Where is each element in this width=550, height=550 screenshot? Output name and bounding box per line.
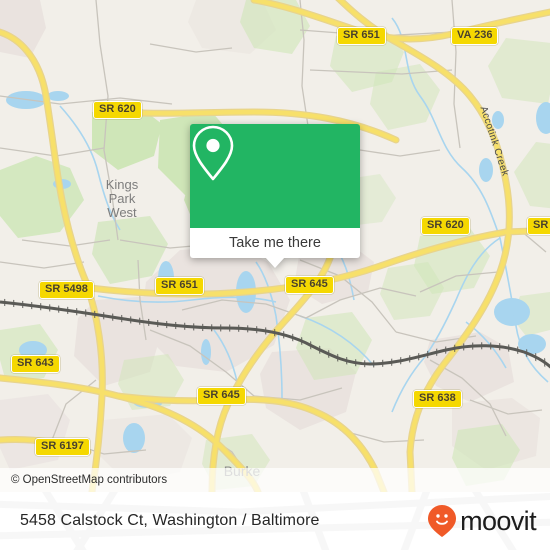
shield-sr-5498: SR 5498 [39, 281, 94, 299]
moovit-map-screenshot: KingsParkWest Accotink Creek Burke SR 65… [0, 0, 550, 550]
moovit-wordmark: moovit [460, 505, 537, 536]
popup-icon-area [190, 124, 360, 228]
map-attribution-bar: © OpenStreetMap contributors [0, 468, 550, 492]
popup-tail-pointer [265, 257, 285, 268]
shield-sr-620-east: SR 620 [421, 217, 470, 235]
map-canvas[interactable]: KingsParkWest Accotink Creek Burke SR 65… [0, 0, 550, 492]
shield-sr-620-west: SR 620 [93, 101, 142, 119]
footer-bar: 5458 Calstock Ct, Washington / Baltimore… [0, 492, 550, 550]
shield-va-236: VA 236 [451, 27, 499, 45]
take-me-there-label: Take me there [229, 235, 321, 251]
map-popup-card[interactable]: Take me there [190, 124, 360, 268]
popup-cta-area[interactable]: Take me there [190, 228, 360, 268]
shield-sr-651-mid: SR 651 [155, 277, 204, 295]
shield-sr-6197: SR 6197 [35, 438, 90, 456]
shield-sr-6xx-edge: SR 6 [527, 217, 550, 235]
shield-sr-645-upper: SR 645 [285, 276, 334, 294]
location-pin-icon [192, 125, 234, 181]
shield-sr-638: SR 638 [413, 390, 462, 408]
footer-content: 5458 Calstock Ct, Washington / Baltimore… [0, 492, 550, 550]
moovit-brand[interactable]: moovit [427, 504, 537, 538]
shield-sr-645-lower: SR 645 [197, 387, 246, 405]
shield-sr-643: SR 643 [11, 355, 60, 373]
shield-sr-651-north: SR 651 [337, 27, 386, 45]
moovit-smiley-pin-icon [428, 505, 457, 537]
location-title: 5458 Calstock Ct, Washington / Baltimore [20, 512, 320, 529]
openstreetmap-attribution[interactable]: © OpenStreetMap contributors [0, 474, 167, 486]
